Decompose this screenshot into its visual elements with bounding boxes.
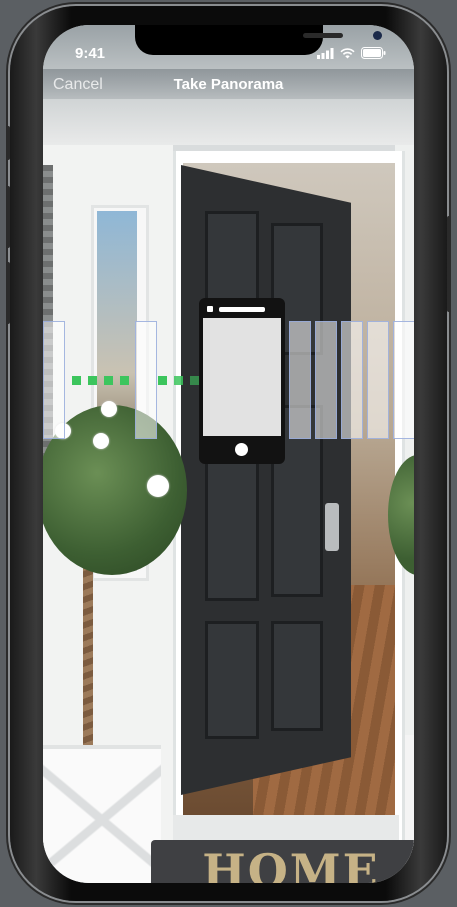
power-button (447, 216, 451, 312)
panorama-captured-frame (135, 321, 157, 439)
status-bar: 9:41 (43, 25, 414, 69)
home-button-icon (235, 443, 248, 456)
panorama-guide-dot (120, 376, 129, 385)
door-handle (325, 503, 339, 551)
doormat: HOME (151, 840, 414, 883)
white-rose (147, 475, 169, 497)
panorama-pending-frame (393, 321, 414, 439)
battery-icon (361, 47, 386, 59)
front-camera (373, 31, 382, 40)
status-icons (317, 47, 386, 59)
volume-down-button (6, 262, 10, 324)
panorama-captured-frame (43, 321, 65, 439)
panorama-pending-frame (341, 321, 363, 439)
door-panel (271, 621, 323, 731)
status-time: 9:41 (75, 45, 106, 62)
panorama-pending-frame (367, 321, 389, 439)
cellular-signal-icon (317, 47, 334, 59)
panorama-guide-dot (158, 376, 167, 385)
door-panel (205, 621, 259, 739)
volume-up-button (6, 186, 10, 248)
doormat-text: HOME (202, 844, 380, 883)
panorama-guide-dot (174, 376, 183, 385)
white-rose (101, 401, 117, 417)
notch (135, 25, 382, 55)
panorama-guide-dot (88, 376, 97, 385)
speaker-line (219, 307, 265, 312)
wifi-icon (340, 47, 355, 58)
navigation-bar: Cancel Take Panorama (43, 69, 414, 99)
guide-screen (203, 318, 281, 436)
panorama-pending-frame (289, 321, 311, 439)
panorama-guide-dot (104, 376, 113, 385)
camera-dot (207, 306, 213, 312)
panorama-guide-dot (190, 376, 199, 385)
panorama-guide-dot (72, 376, 81, 385)
white-rose (93, 433, 109, 449)
screen: HOME 9:41 Cancel Take Panorama (43, 25, 414, 883)
panorama-pending-frame (315, 321, 337, 439)
phone-position-guide-icon (199, 298, 285, 464)
side-button (6, 126, 10, 160)
planter-lattice (43, 755, 161, 883)
earpiece (303, 33, 343, 38)
page-title: Take Panorama (173, 76, 284, 93)
